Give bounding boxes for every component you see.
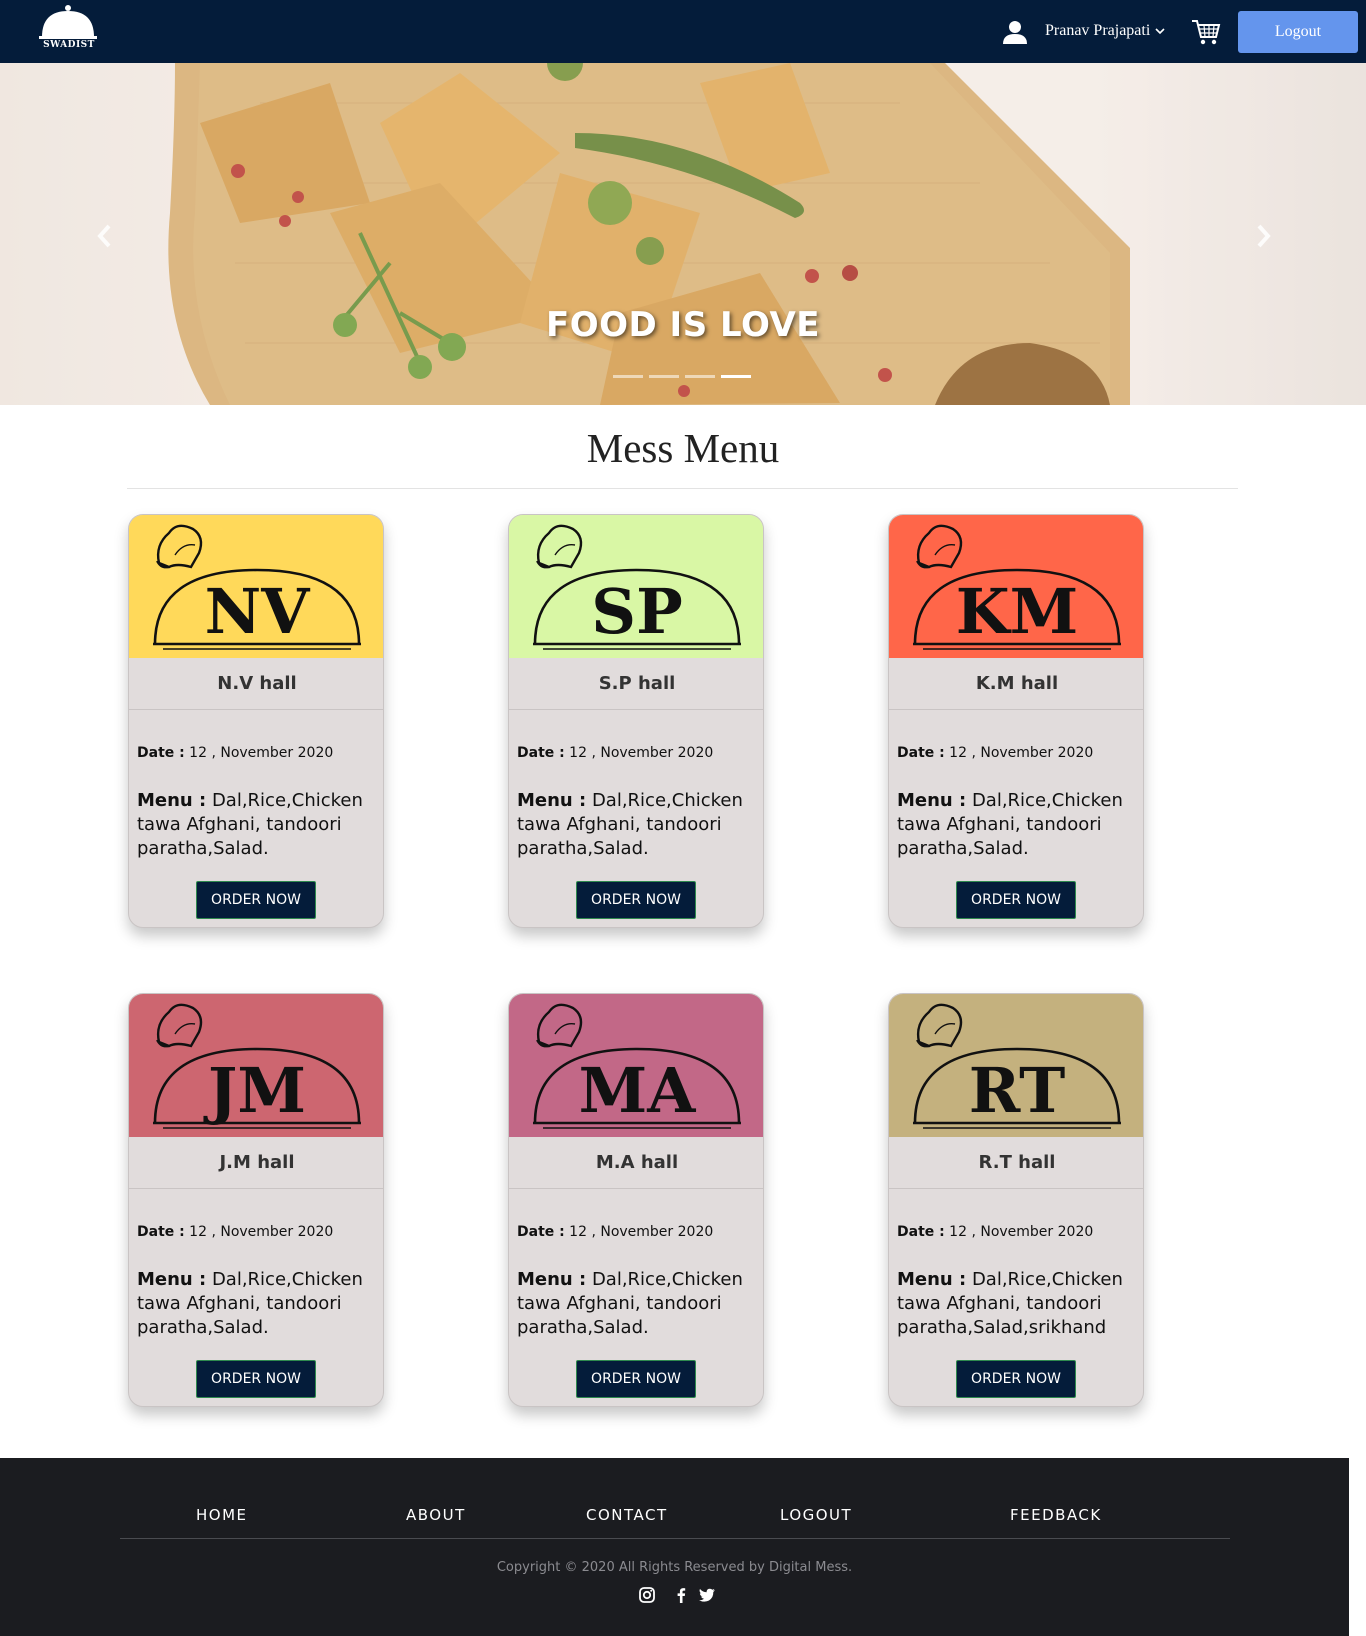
card-date: Date : 12 , November 2020 [897,745,1093,761]
card-logo-rt: RT [889,994,1143,1137]
mess-card-nv: NV N.V hall Date : 12 , November 2020 Me… [128,514,384,928]
carousel-indicator-2[interactable] [649,375,679,378]
mess-card-ma: MA M.A hall Date : 12 , November 2020 Me… [508,993,764,1407]
card-menu-label: Menu : [517,1269,587,1290]
cloche-icon [39,5,97,39]
card-date-value: 12 , November 2020 [944,1224,1094,1240]
card-menu-label: Menu : [137,1269,207,1290]
twitter-icon[interactable] [698,1586,716,1604]
card-logo-sp: SP [509,515,763,658]
card-date: Date : 12 , November 2020 [137,1224,333,1240]
footer-link-logout[interactable]: LOGOUT [780,1506,852,1524]
user-name-dropdown[interactable]: Pranav Prajapati [1045,22,1150,40]
mess-card-sp: SP S.P hall Date : 12 , November 2020 Me… [508,514,764,928]
card-date-value: 12 , November 2020 [564,745,714,761]
section-title: Mess Menu [586,425,780,471]
card-date-value: 12 , November 2020 [184,745,334,761]
card-logo-letters: MA [579,1054,697,1127]
card-menu: Menu : Dal,Rice,Chicken tawa Afghani, ta… [897,1268,1133,1340]
carousel-indicator-4[interactable] [721,375,751,378]
footer-link-about[interactable]: ABOUT [406,1506,466,1524]
card-date-value: 12 , November 2020 [944,745,1094,761]
card-menu: Menu : Dal,Rice,Chicken tawa Afghani, ta… [517,789,753,861]
title-divider [127,488,1238,489]
card-title: R.T hall [889,1137,1143,1189]
card-title: M.A hall [509,1137,763,1189]
card-date: Date : 12 , November 2020 [517,745,713,761]
chevron-down-icon[interactable] [1155,26,1165,36]
card-date-label: Date : [137,745,185,761]
order-now-button[interactable]: ORDER NOW [576,1360,696,1398]
footer-divider [120,1538,1230,1539]
carousel-indicator-3[interactable] [685,375,715,378]
food-image [0,63,1366,405]
carousel-indicator-1[interactable] [613,375,643,378]
carousel-next-icon[interactable] [1254,223,1274,249]
cloche-logo-icon: MA [533,1003,741,1129]
instagram-icon[interactable] [638,1586,656,1604]
facebook-icon[interactable] [672,1586,690,1604]
cloche-logo-icon: NV [153,524,361,650]
card-logo-km: KM [889,515,1143,658]
user-icon[interactable] [1002,20,1028,44]
card-menu: Menu : Dal,Rice,Chicken tawa Afghani, ta… [517,1268,753,1340]
order-now-button[interactable]: ORDER NOW [956,881,1076,919]
hero-carousel: FOOD IS LOVE [0,63,1366,405]
footer: HOME ABOUT CONTACT LOGOUT FEEDBACK Copyr… [0,1458,1349,1636]
order-now-button[interactable]: ORDER NOW [956,1360,1076,1398]
footer-link-contact[interactable]: CONTACT [586,1506,668,1524]
card-date: Date : 12 , November 2020 [137,745,333,761]
mess-card-km: KM K.M hall Date : 12 , November 2020 Me… [888,514,1144,928]
card-logo-letters: SP [591,575,682,648]
footer-link-feedback[interactable]: FEEDBACK [1010,1506,1102,1524]
mess-card-rt: RT R.T hall Date : 12 , November 2020 Me… [888,993,1144,1407]
card-menu: Menu : Dal,Rice,Chicken tawa Afghani, ta… [897,789,1133,861]
order-now-button[interactable]: ORDER NOW [576,881,696,919]
card-date-label: Date : [517,1224,565,1240]
card-title: S.P hall [509,658,763,710]
cloche-logo-icon: JM [153,1003,361,1129]
card-logo-ma: MA [509,994,763,1137]
card-date: Date : 12 , November 2020 [517,1224,713,1240]
card-logo-nv: NV [129,515,383,658]
card-menu: Menu : Dal,Rice,Chicken tawa Afghani, ta… [137,1268,373,1340]
card-date: Date : 12 , November 2020 [897,1224,1093,1240]
card-date-label: Date : [897,1224,945,1240]
logo-text: SWADIST [43,40,95,50]
card-logo-letters: RT [969,1054,1066,1127]
card-title: J.M hall [129,1137,383,1189]
cloche-logo-icon: RT [913,1003,1121,1129]
cart-icon[interactable] [1191,17,1221,47]
cloche-logo-icon: KM [913,524,1121,650]
card-menu-label: Menu : [137,790,207,811]
cloche-logo-icon: SP [533,524,741,650]
card-logo-jm: JM [129,994,383,1137]
card-menu: Menu : Dal,Rice,Chicken tawa Afghani, ta… [137,789,373,861]
footer-link-home[interactable]: HOME [196,1506,248,1524]
card-title: K.M hall [889,658,1143,710]
card-logo-letters: JM [203,1054,306,1127]
card-menu-label: Menu : [897,790,967,811]
hero-caption: FOOD IS LOVE [545,305,821,345]
swadist-logo[interactable]: SWADIST [36,5,100,55]
carousel-prev-icon[interactable] [94,223,114,249]
card-logo-letters: KM [956,575,1079,648]
card-title: N.V hall [129,658,383,710]
card-date-label: Date : [137,1224,185,1240]
card-logo-letters: NV [205,575,311,648]
card-date-value: 12 , November 2020 [564,1224,714,1240]
card-menu-label: Menu : [897,1269,967,1290]
navbar: SWADIST Pranav Prajapati Logout [0,0,1366,63]
order-now-button[interactable]: ORDER NOW [196,1360,316,1398]
copyright-text: Copyright © 2020 All Rights Reserved by … [496,1560,853,1575]
card-date-label: Date : [897,745,945,761]
card-date-value: 12 , November 2020 [184,1224,334,1240]
card-date-label: Date : [517,745,565,761]
order-now-button[interactable]: ORDER NOW [196,881,316,919]
card-menu-label: Menu : [517,790,587,811]
logout-button[interactable]: Logout [1238,11,1358,53]
mess-card-jm: JM J.M hall Date : 12 , November 2020 Me… [128,993,384,1407]
